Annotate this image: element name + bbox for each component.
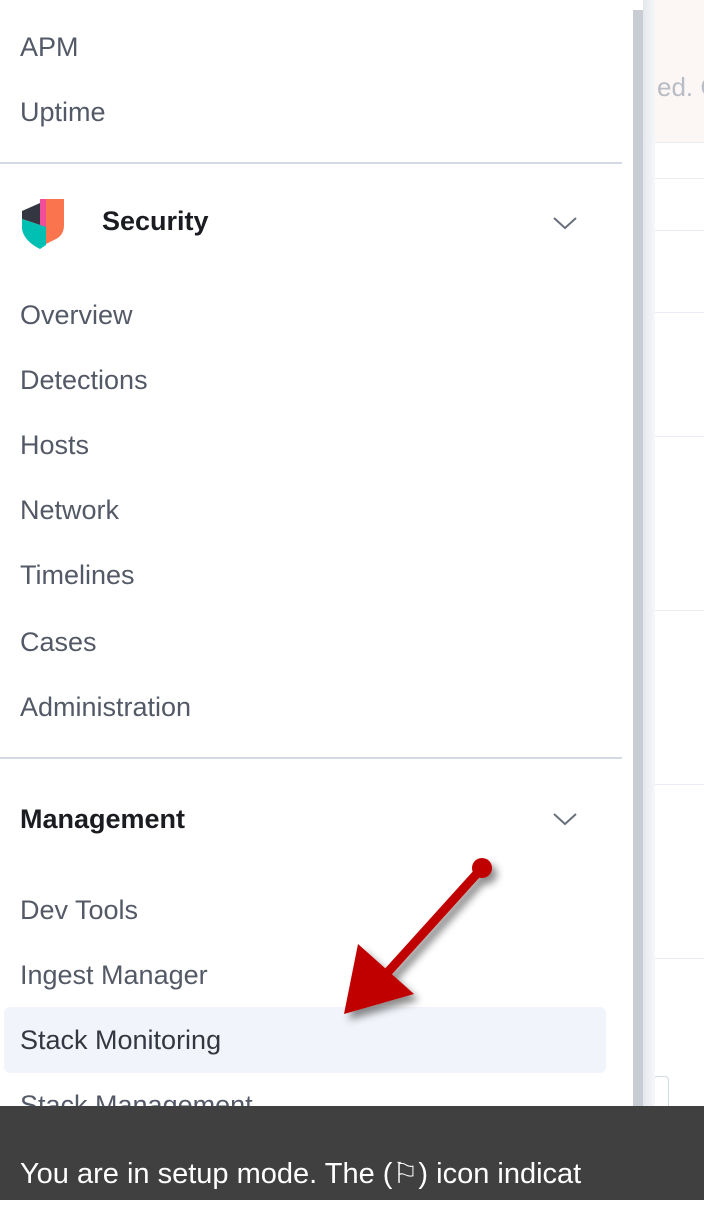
row-divider [655, 784, 704, 785]
row-divider [655, 958, 704, 959]
nav-link-network[interactable]: Network [20, 494, 119, 526]
security-shield-icon [20, 195, 66, 249]
nav-group-management-header[interactable]: Management [0, 790, 622, 846]
row-divider [655, 312, 704, 313]
nav-link-ingest-manager[interactable]: Ingest Manager [20, 959, 208, 991]
nav-group-title: Management [20, 804, 186, 834]
row-divider [655, 610, 704, 611]
nav-link-uptime[interactable]: Uptime [20, 96, 106, 128]
side-nav: APM Uptime Security Overview Detections … [0, 0, 633, 1216]
nav-link-dev-tools[interactable]: Dev Tools [20, 894, 138, 926]
nav-link-administration[interactable]: Administration [20, 691, 191, 723]
nav-shadow [643, 0, 655, 1216]
nav-link-detections[interactable]: Detections [20, 364, 148, 396]
nav-link-apm[interactable]: APM [20, 31, 79, 63]
main-peek-text: ed. C [657, 72, 704, 102]
nav-link-timelines[interactable]: Timelines [20, 559, 135, 591]
chevron-down-icon[interactable] [550, 804, 580, 834]
main-callout-banner: ed. C [655, 0, 704, 143]
row-divider [655, 230, 704, 231]
nav-link-stack-monitoring[interactable]: Stack Monitoring [20, 1024, 221, 1056]
chevron-down-icon[interactable] [550, 208, 580, 238]
nav-link-hosts[interactable]: Hosts [20, 429, 89, 461]
nav-divider [0, 757, 622, 759]
nav-group-security-header[interactable]: Security [0, 193, 622, 249]
row-divider [655, 436, 704, 437]
page-bottom [0, 1200, 704, 1216]
setup-mode-message: You are in setup mode. The (⚐) icon indi… [20, 1158, 582, 1190]
nav-group-title: Security [102, 206, 209, 236]
nav-link-overview[interactable]: Overview [20, 299, 133, 331]
row-divider [655, 178, 704, 179]
nav-divider [0, 162, 622, 164]
nav-link-cases[interactable]: Cases [20, 626, 97, 658]
main-content-area: ed. C [653, 0, 704, 1216]
nav-scrollbar[interactable] [633, 10, 643, 1110]
